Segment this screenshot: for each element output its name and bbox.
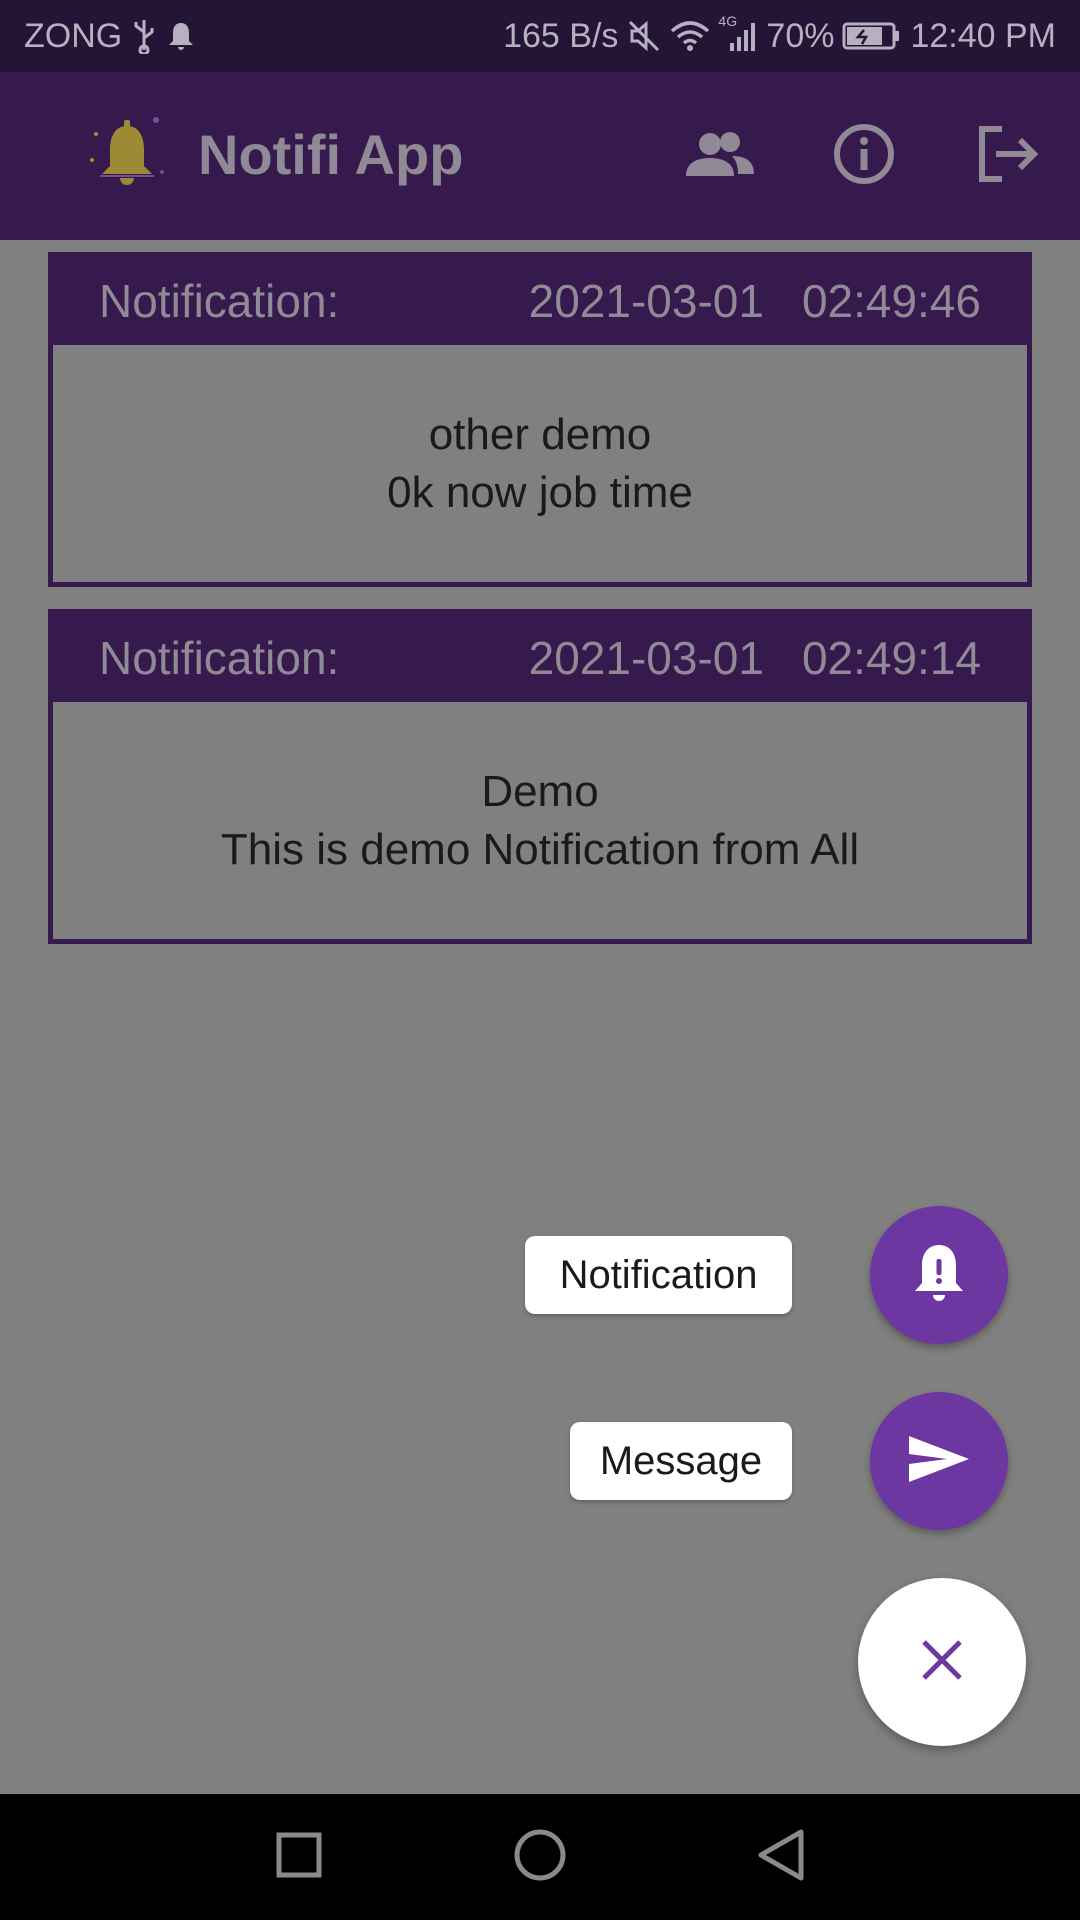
notification-label: Notification: <box>99 275 340 327</box>
notification-option-label[interactable]: Notification <box>525 1236 792 1314</box>
cellular-signal-icon: 4G <box>718 13 758 53</box>
notification-title: Demo <box>481 766 599 816</box>
system-navigation-bar <box>0 1794 1080 1920</box>
notification-label: Notification: <box>99 632 340 684</box>
app-title: Notifi App <box>198 123 464 186</box>
status-bar: ZONG 165 B/s 4G 70% 12:40 PM <box>0 0 1080 72</box>
square-icon <box>275 1831 323 1884</box>
recents-button[interactable] <box>266 1824 332 1890</box>
mute-icon <box>626 18 662 54</box>
home-button[interactable] <box>507 1824 573 1890</box>
back-button[interactable] <box>748 1824 814 1890</box>
logout-icon <box>976 125 1040 188</box>
app-logo-bell-icon <box>84 112 170 198</box>
wifi-icon <box>670 19 710 53</box>
info-button[interactable] <box>826 118 902 194</box>
app-bar: Notifi App <box>0 72 1080 240</box>
usb-icon <box>132 18 156 54</box>
people-icon <box>684 130 756 183</box>
notification-date: 2021-03-01 <box>528 275 764 327</box>
notification-body: 0k now job time <box>387 467 693 517</box>
carrier-name: ZONG <box>24 16 123 55</box>
triangle-back-icon <box>757 1828 805 1887</box>
notification-card-body: other demo 0k now job time <box>53 345 1027 582</box>
clock: 12:40 PM <box>910 16 1056 55</box>
notification-title: other demo <box>428 409 652 459</box>
send-notification-button[interactable] <box>870 1206 1008 1344</box>
info-icon <box>832 122 896 191</box>
notification-bell-icon <box>166 20 196 52</box>
notification-card-body: Demo This is demo Notification from All <box>53 702 1027 939</box>
logout-button[interactable] <box>970 118 1046 194</box>
network-type-label: 4G <box>718 13 738 29</box>
users-button[interactable] <box>682 118 758 194</box>
notification-card[interactable]: Notification: 2021-03-01 02:49:46 other … <box>48 252 1032 587</box>
close-icon <box>920 1638 964 1687</box>
message-option-label[interactable]: Message <box>570 1422 792 1500</box>
notification-time: 02:49:46 <box>801 275 981 327</box>
notification-card-header: Notification: 2021-03-01 02:49:46 <box>53 257 1027 345</box>
battery-charging-icon <box>842 21 902 51</box>
close-speed-dial-button[interactable] <box>858 1578 1026 1746</box>
network-speed: 165 B/s <box>503 16 619 55</box>
battery-percent: 70% <box>766 16 835 55</box>
notification-time: 02:49:14 <box>801 632 981 684</box>
send-message-button[interactable] <box>870 1392 1008 1530</box>
notification-date: 2021-03-01 <box>528 632 764 684</box>
notification-card[interactable]: Notification: 2021-03-01 02:49:14 Demo T… <box>48 609 1032 944</box>
bell-alert-icon <box>911 1241 967 1310</box>
notification-body: This is demo Notification from All <box>220 824 860 874</box>
notification-card-header: Notification: 2021-03-01 02:49:14 <box>53 614 1027 702</box>
circle-icon <box>513 1828 567 1887</box>
send-icon <box>907 1432 971 1491</box>
